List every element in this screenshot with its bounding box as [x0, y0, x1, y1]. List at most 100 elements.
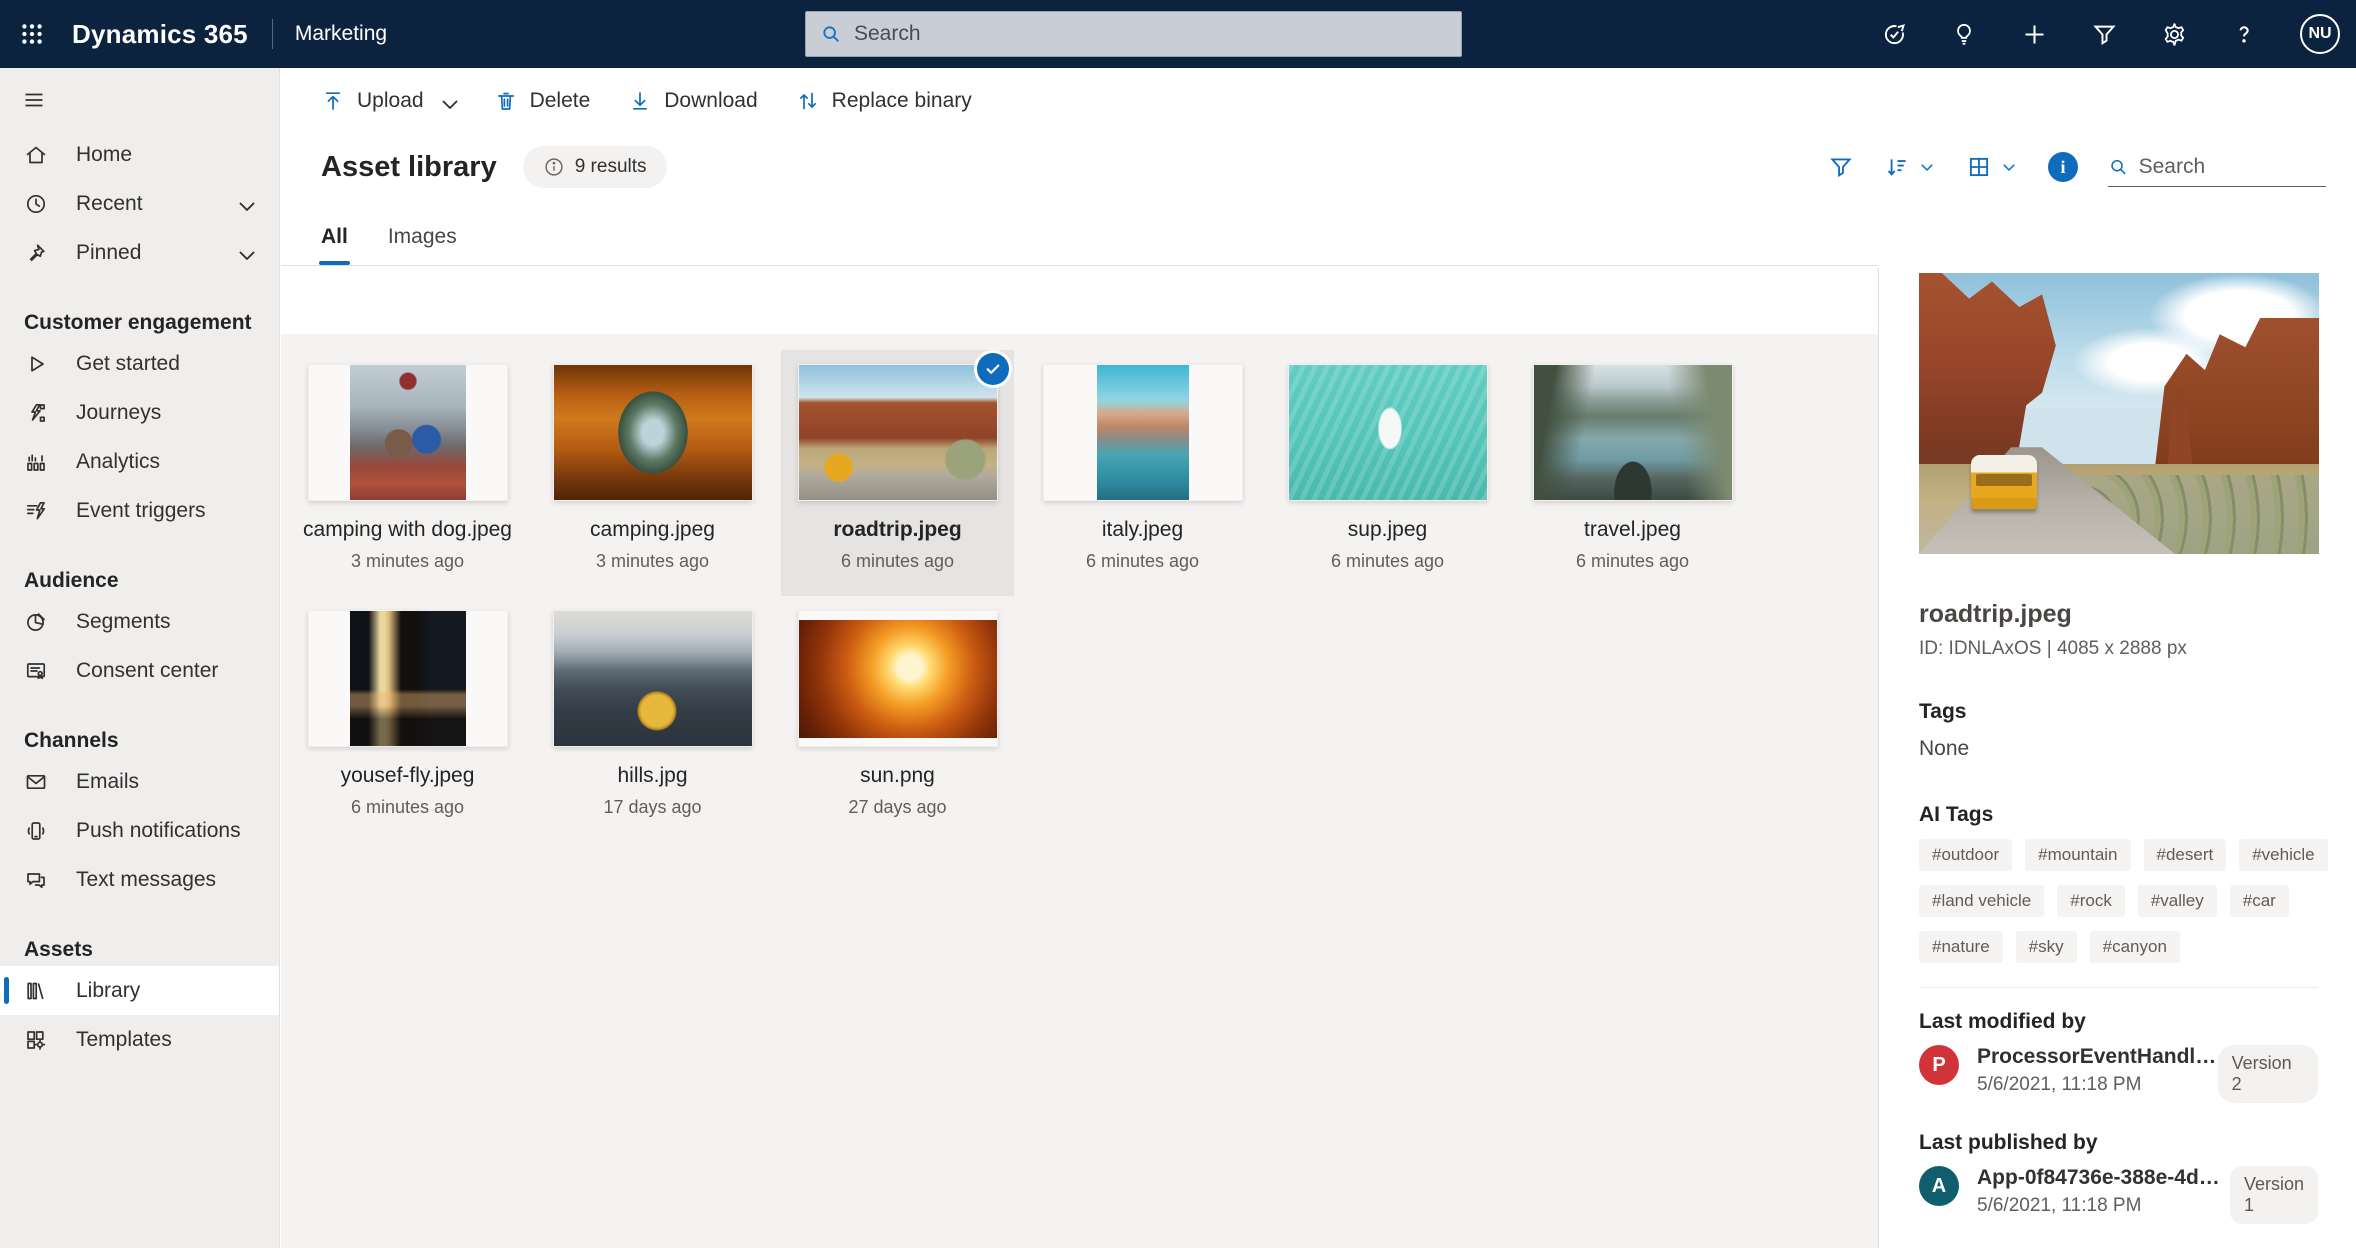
asset-thumbnail[interactable] — [1043, 364, 1243, 501]
sidebar-nav: HomeRecentPinnedCustomer engagementGet s… — [0, 130, 279, 1064]
sidebar-item-segments[interactable]: Segments — [0, 597, 279, 646]
sitemap-toggle-icon[interactable] — [22, 88, 46, 112]
library-icon — [24, 979, 48, 1003]
asset-name: camping with dog.jpeg — [291, 518, 524, 542]
upload-button[interactable]: Upload — [321, 89, 456, 113]
user-avatar[interactable]: NU — [2300, 14, 2340, 54]
asset-modified-time: 27 days ago — [781, 797, 1014, 818]
asset-card[interactable]: camping with dog.jpeg 3 minutes ago — [291, 350, 524, 596]
sidebar-item-library[interactable]: Library — [0, 966, 279, 1015]
tab-all[interactable]: All — [321, 225, 348, 265]
brand-title[interactable]: Dynamics 365 — [72, 19, 248, 50]
asset-thumbnail[interactable] — [553, 364, 753, 501]
sidebar-item-label: Consent center — [76, 659, 218, 683]
lightbulb-icon[interactable] — [1950, 20, 1978, 48]
search-icon — [820, 23, 842, 45]
version-badge: Version 2 — [2218, 1045, 2318, 1103]
asset-name: yousef-fly.jpeg — [291, 764, 524, 788]
ai-tag-chip: #vehicle — [2239, 839, 2327, 871]
ai-tag-chip: #desert — [2144, 839, 2227, 871]
settings-gear-icon[interactable] — [2160, 20, 2188, 48]
asset-preview-image — [1919, 273, 2319, 554]
tab-images[interactable]: Images — [388, 225, 457, 265]
filter-assets-icon[interactable] — [1828, 154, 1854, 180]
sidebar-item-push-notifications[interactable]: Push notifications — [0, 806, 279, 855]
asset-thumbnail[interactable] — [798, 364, 998, 501]
asset-card[interactable]: yousef-fly.jpeg 6 minutes ago — [291, 596, 524, 842]
last-published-row: A App-0f84736e-388e-4d3a-a... 5/6/2021, … — [1919, 1166, 2318, 1224]
task-checker-icon[interactable] — [1880, 20, 1908, 48]
sidebar-item-home[interactable]: Home — [0, 130, 279, 179]
published-by-name: App-0f84736e-388e-4d3a-a... — [1977, 1166, 2227, 1190]
sidebar-item-templates[interactable]: Templates — [0, 1015, 279, 1064]
asset-card[interactable]: sun.png27 days ago — [781, 596, 1014, 842]
info-filled-icon[interactable]: i — [2048, 152, 2078, 182]
app-launcher-waffle-icon[interactable] — [0, 0, 64, 68]
text-messages-icon — [24, 868, 48, 892]
asset-thumbnail[interactable] — [553, 610, 753, 747]
asset-modified-time: 6 minutes ago — [291, 797, 524, 818]
asset-modified-time: 3 minutes ago — [536, 551, 769, 572]
ai-tag-chip: #sky — [2016, 931, 2077, 963]
home-icon — [24, 143, 48, 167]
replace-binary-icon — [796, 89, 820, 113]
delete-button[interactable]: Delete — [494, 89, 591, 113]
asset-thumbnail[interactable] — [1533, 364, 1733, 501]
results-count-badge: 9 results — [523, 146, 667, 188]
sidebar-item-label: Analytics — [76, 450, 160, 474]
global-search-input[interactable] — [854, 22, 1447, 46]
sort-menu-button[interactable] — [1884, 154, 1936, 180]
asset-card[interactable]: sup.jpeg6 minutes ago — [1271, 350, 1504, 596]
ai-tag-chip: #rock — [2057, 885, 2125, 917]
ai-tag-chip: #car — [2230, 885, 2289, 917]
help-icon[interactable] — [2230, 20, 2258, 48]
asset-grid: camping with dog.jpeg3 minutes agocampin… — [281, 334, 1878, 842]
add-icon[interactable] — [2020, 20, 2048, 48]
sidebar-item-consent-center[interactable]: Consent center — [0, 646, 279, 695]
command-toolbar: Upload Delete Download Replace binary — [281, 68, 2356, 134]
sidebar-item-analytics[interactable]: Analytics — [0, 437, 279, 486]
asset-thumbnail[interactable] — [308, 364, 508, 501]
global-search-box[interactable] — [805, 11, 1462, 57]
download-button[interactable]: Download — [628, 89, 757, 113]
results-count-label: 9 results — [575, 156, 647, 178]
sidebar-item-recent[interactable]: Recent — [0, 179, 279, 228]
segments-icon — [24, 610, 48, 634]
sidebar-item-event-triggers[interactable]: Event triggers — [0, 486, 279, 535]
replace-binary-button[interactable]: Replace binary — [796, 89, 972, 113]
asset-card[interactable]: camping.jpeg 3 minutes ago — [536, 350, 769, 596]
asset-thumbnail[interactable] — [798, 610, 998, 747]
version-badge: Version 1 — [2230, 1166, 2318, 1224]
asset-thumbnail[interactable] — [1288, 364, 1488, 501]
asset-name: italy.jpeg — [1026, 518, 1259, 542]
published-by-avatar: A — [1919, 1166, 1959, 1206]
sidebar-item-text-messages[interactable]: Text messages — [0, 855, 279, 904]
sidebar-item-emails[interactable]: Emails — [0, 757, 279, 806]
view-controls: i — [1828, 147, 2326, 187]
filter-icon[interactable] — [2090, 20, 2118, 48]
library-search-input[interactable] — [2139, 155, 2326, 179]
asset-card[interactable]: hills.jpg17 days ago — [536, 596, 769, 842]
modified-by-name: ProcessorEventHandling — [1977, 1045, 2218, 1069]
sidebar-item-pinned[interactable]: Pinned — [0, 228, 279, 277]
consent-center-icon — [24, 659, 48, 683]
asset-card[interactable]: travel.jpeg6 minutes ago — [1516, 350, 1749, 596]
asset-modified-time: 3 minutes ago — [291, 551, 524, 572]
selected-check-icon[interactable] — [977, 353, 1009, 385]
asset-thumbnail[interactable] — [308, 610, 508, 747]
sidebar-item-get-started[interactable]: Get started — [0, 339, 279, 388]
asset-name: roadtrip.jpeg — [781, 518, 1014, 542]
toolbar-action-label: Delete — [530, 89, 591, 113]
sidebar-item-journeys[interactable]: Journeys — [0, 388, 279, 437]
asset-name: travel.jpeg — [1516, 518, 1749, 542]
asset-name: camping.jpeg — [536, 518, 769, 542]
last-modified-heading: Last modified by — [1919, 1010, 2318, 1034]
app-area-label[interactable]: Marketing — [295, 22, 387, 46]
asset-card[interactable]: roadtrip.jpeg6 minutes ago — [781, 350, 1014, 596]
templates-icon — [24, 1028, 48, 1052]
library-search-box[interactable] — [2108, 147, 2326, 187]
view-mode-menu-button[interactable] — [1966, 154, 2018, 180]
analytics-icon — [24, 450, 48, 474]
asset-card[interactable]: italy.jpeg6 minutes ago — [1026, 350, 1259, 596]
download-icon — [628, 89, 652, 113]
